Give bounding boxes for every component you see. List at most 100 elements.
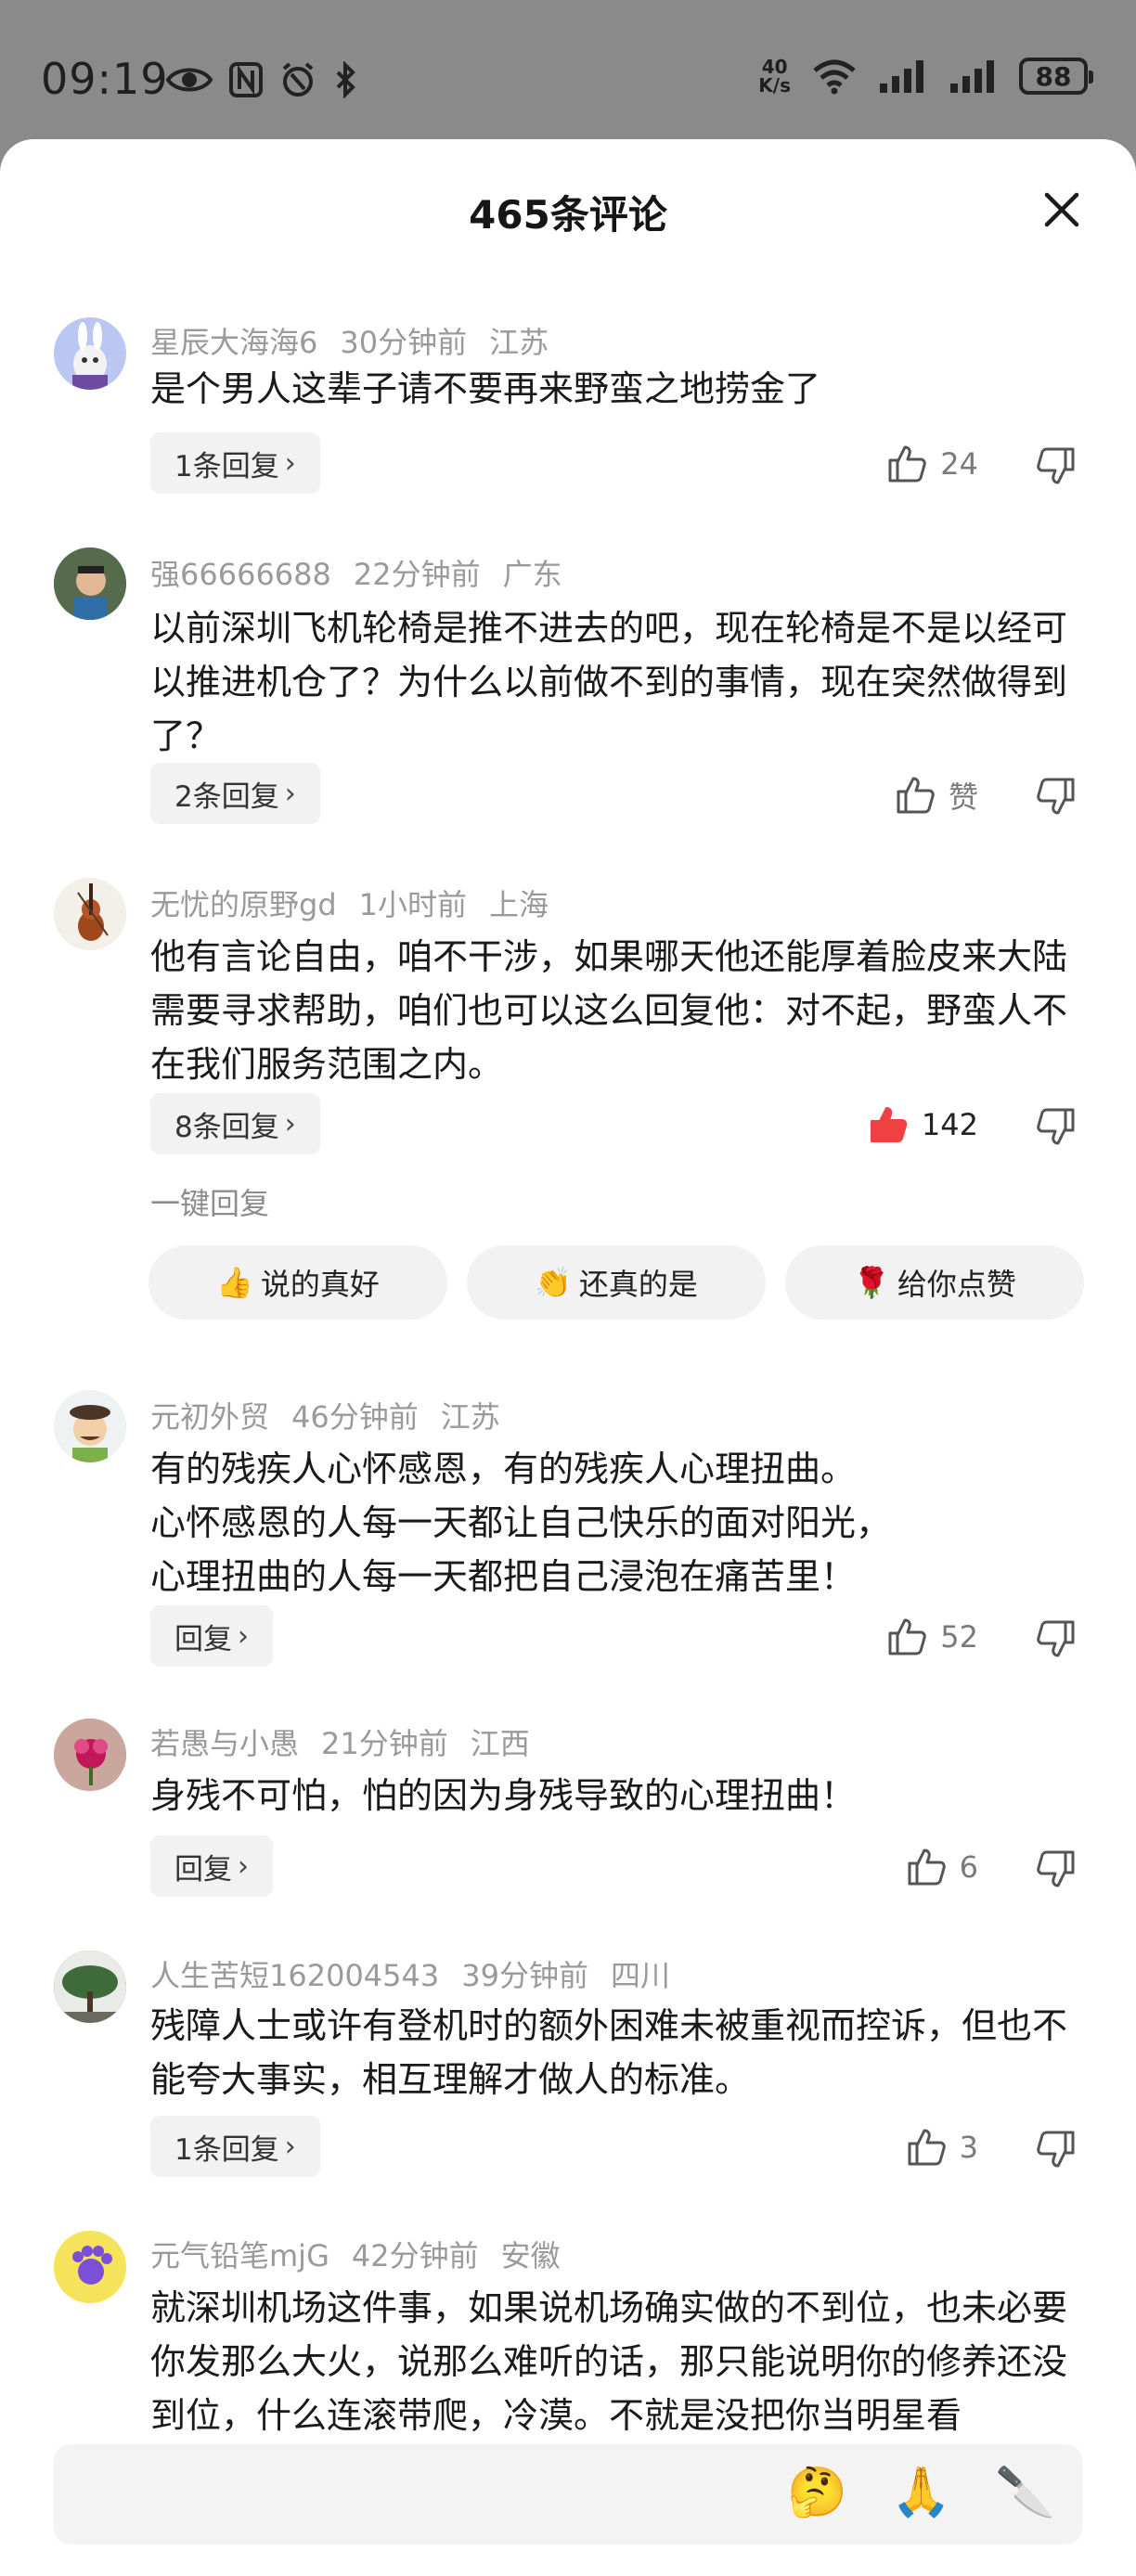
signal-icon [950,60,994,93]
comment-input[interactable]: 🤔 🙏 🔪 [54,2444,1082,2544]
comment-location: 江苏 [440,1399,500,1435]
bluetooth-icon [336,61,355,98]
comment-meta: 元初外贸 46分钟前 江苏 [150,1394,523,1436]
comment-text: 以前深圳飞机轮椅是推不进去的吧，现在轮椅是不是以经可以推进机仓了？为什么以前做不… [150,608,1068,756]
comment-text: 有的残疾人心怀感恩，有的残疾人心理扭曲。 心怀感恩的人每一天都让自己快乐的面对阳… [150,1449,892,1597]
like-button[interactable]: 3 [906,2127,978,2168]
thumb-down-icon[interactable] [1036,1848,1077,1889]
comment-location: 安徽 [500,2238,561,2273]
avatar[interactable] [54,878,126,950]
view-replies-button[interactable]: 1条回复 › [150,2116,320,2177]
network-speed: 40 K/s [758,56,791,97]
like-button[interactable]: 142 [868,1104,978,1145]
quick-reply-chip[interactable]: 👍 说的真好 [148,1245,447,1320]
chevron-right-icon: › [284,2130,296,2163]
reply-button[interactable]: 回复 › [150,1835,273,1897]
thumb-down-icon[interactable] [1036,1106,1077,1147]
battery-icon: 88 [1019,58,1093,95]
comment-meta: 元气铅笔mjG 42分钟前 安徽 [150,2233,583,2275]
like-count: 52 [940,1619,978,1655]
like-count: 3 [959,2130,978,2165]
thumb-down-icon[interactable] [1036,1618,1077,1659]
signal-icon [880,60,923,93]
status-bar: 09:19 40 K/s 88 [0,0,1136,139]
comment-time: 46分钟前 [291,1399,419,1435]
comment-location: 四川 [610,1958,670,1993]
thumb-up-icon [870,1107,908,1142]
status-time: 09:19 [41,54,169,104]
comment-text: 残障人士或许有登机时的额外困难未被重视而控诉，但也不能夸大事实，相互理解才做人的… [150,2005,1068,2100]
view-replies-button[interactable]: 2条回复 › [150,763,320,824]
username[interactable]: 星辰大海海6 [150,325,317,360]
username[interactable]: 无忧的原野gd [150,887,337,922]
thumb-down-icon[interactable] [1036,776,1077,817]
view-replies-button[interactable]: 8条回复 › [150,1093,320,1154]
comment-text: 他有言论自由，咱不干涉，如果哪天他还能厚着脸皮来大陆需要寻求帮助，咱们也可以这么… [150,936,1068,1085]
clapping-emoji-icon: 👏 [535,1265,572,1300]
comment-location: 江西 [470,1726,530,1761]
close-icon[interactable] [1041,189,1082,230]
like-count: 142 [921,1107,978,1142]
like-button[interactable]: 52 [886,1616,978,1657]
rose-emoji-icon: 🌹 [853,1265,890,1300]
comment-meta: 人生苦短162004543 39分钟前 四川 [150,1952,692,1995]
thinking-emoji-icon[interactable]: 🤔 [787,2465,847,2520]
comment-time: 42分钟前 [351,2238,479,2273]
comment-text: 就深圳机场这件事，如果说机场确实做的不到位，也未必要你发那么大火，说那么难听的话… [150,2287,1068,2436]
comment-time: 21分钟前 [321,1726,448,1761]
knife-emoji-icon[interactable]: 🔪 [995,2465,1055,2520]
comment-time: 22分钟前 [353,557,481,592]
like-button[interactable]: 24 [886,444,978,484]
view-replies-button[interactable]: 1条回复 › [150,432,320,494]
comment-time: 1小时前 [358,887,468,922]
chevron-right-icon: › [284,446,296,480]
username[interactable]: 元气铅笔mjG [150,2238,329,2273]
comment-location: 上海 [489,887,549,922]
quick-reply-chip[interactable]: 🌹 给你点赞 [785,1245,1084,1320]
quick-reply-label: 一键回复 [150,1186,270,1221]
avatar[interactable] [54,1951,126,2023]
chevron-right-icon: › [238,1849,249,1883]
username[interactable]: 若愚与小愚 [150,1726,299,1761]
like-count: 24 [940,446,978,482]
wifi-icon [813,59,856,95]
thumb-up-icon [888,445,927,483]
comment-meta: 星辰大海海6 30分钟前 江苏 [150,319,571,362]
comment-meta: 无忧的原野gd 1小时前 上海 [150,882,571,924]
thumb-down-icon[interactable] [1036,445,1077,486]
avatar[interactable] [54,2231,126,2303]
comment-location: 广东 [502,557,562,592]
username[interactable]: 强66666688 [150,557,331,592]
comment-time: 30分钟前 [340,325,468,360]
like-button[interactable]: 6 [906,1847,978,1887]
thumb-up-icon [908,1848,946,1886]
thumb-up-icon [908,2129,946,2166]
reply-button[interactable]: 回复 › [150,1605,273,1667]
thumb-down-icon[interactable] [1036,2129,1077,2170]
comment-text: 是个男人这辈子请不要再来野蛮之地捞金了 [150,368,821,409]
avatar[interactable] [54,1390,126,1462]
alarm-icon [282,62,314,97]
like-count: 赞 [948,779,978,815]
pray-emoji-icon[interactable]: 🙏 [891,2465,951,2520]
avatar[interactable] [54,1719,126,1791]
comment-meta: 若愚与小愚 21分钟前 江西 [150,1720,552,1763]
chevron-right-icon: › [238,1619,249,1653]
like-button[interactable]: 赞 [895,774,978,817]
eye-icon [165,68,213,92]
comment-text: 身残不可怕，怕的因为身残导致的心理扭曲！ [150,1775,857,1816]
thumbs-up-emoji-icon: 👍 [216,1265,253,1300]
avatar[interactable] [54,547,126,620]
avatar[interactable] [54,317,126,390]
chevron-right-icon: › [284,777,296,810]
username[interactable]: 人生苦短162004543 [150,1958,439,1993]
thumb-up-icon [888,1618,927,1655]
comments-sheet: 465条评论 星辰大海海6 30分钟前 江苏 是个男人这辈子请不要再来野蛮之地捞金了… [0,139,1136,2576]
username[interactable]: 元初外贸 [150,1399,269,1435]
comment-time: 39分钟前 [461,1958,588,1993]
quick-reply-chip[interactable]: 👏 还真的是 [467,1245,766,1320]
sheet-title: 465条评论 [469,192,667,238]
thumb-up-icon [897,777,935,814]
comment-location: 江苏 [489,325,549,360]
like-count: 6 [959,1849,978,1885]
